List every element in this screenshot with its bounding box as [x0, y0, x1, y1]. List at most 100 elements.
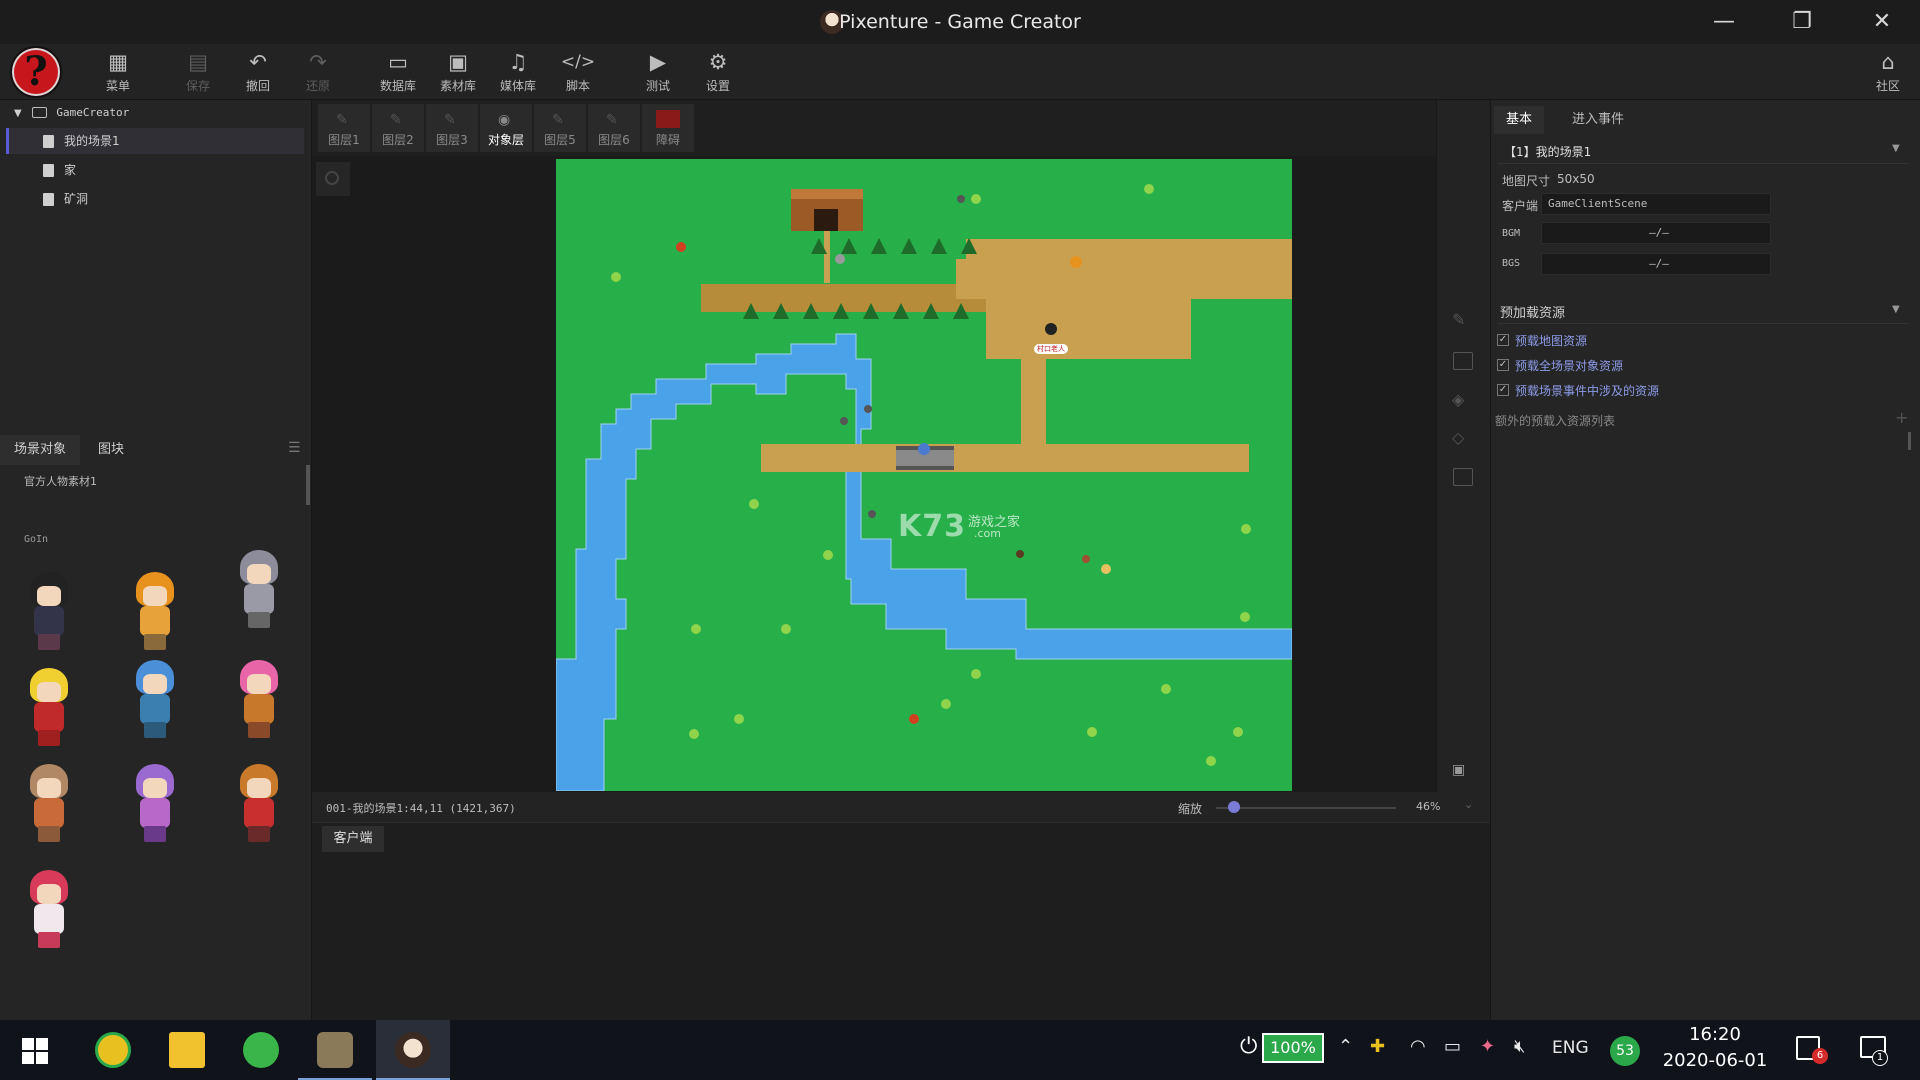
character-sprite[interactable]: [232, 764, 286, 844]
assets-library-button[interactable]: ▣ 素材库: [430, 50, 486, 98]
tree-root[interactable]: ▼ GameCreator: [14, 99, 129, 125]
character-sprite[interactable]: [232, 550, 286, 630]
chevron-down-icon: ▼: [1892, 304, 1900, 315]
pencil-tool-icon[interactable]: ✎: [1452, 310, 1465, 329]
menu-button[interactable]: ▦ 菜单: [90, 50, 146, 98]
tab-layer-5[interactable]: ✎ 图层5: [534, 104, 586, 152]
tab-obstacle-layer[interactable]: 障碍: [642, 104, 694, 152]
battery-tray-icon[interactable]: ▭: [1444, 1036, 1461, 1057]
taskbar-game-app[interactable]: [298, 1020, 372, 1080]
tab-basic[interactable]: 基本: [1494, 106, 1545, 134]
pencil-icon: ✎: [336, 112, 348, 128]
tab-client[interactable]: 客户端: [322, 826, 384, 852]
character-sprite[interactable]: [22, 572, 76, 652]
inspector-scrollbar[interactable]: [1908, 432, 1911, 450]
scene-selector[interactable]: 【1】我的场景1 ▼: [1498, 138, 1908, 164]
console-panel: [312, 822, 1490, 1020]
canvas-corner-icon[interactable]: [316, 162, 350, 196]
zoom-slider[interactable]: [1216, 807, 1396, 809]
character-sprite[interactable]: [232, 660, 286, 740]
tree-item-scene-2[interactable]: 家: [43, 157, 76, 183]
tab-tiles[interactable]: 图块: [84, 435, 138, 465]
obstacle-icon: [656, 110, 680, 128]
character-sprite[interactable]: [128, 764, 182, 844]
redo-icon: ↷: [309, 50, 327, 74]
clock-time[interactable]: 16:20: [1660, 1024, 1770, 1045]
wifi-icon[interactable]: ◠: [1410, 1036, 1426, 1057]
tab-object-layer[interactable]: ◉ 对象层: [480, 104, 532, 152]
pencil-icon: ✎: [444, 112, 456, 128]
client-scene-field[interactable]: GameClientScene: [1541, 193, 1771, 215]
redo-button[interactable]: ↷ 还原: [290, 50, 346, 98]
grid-icon: ▦: [108, 50, 128, 74]
watermark-subtext: .com: [974, 527, 1001, 540]
panel-menu-icon[interactable]: ☰: [288, 440, 301, 456]
asset-category[interactable]: 官方人物素材1: [24, 473, 97, 489]
character-sprite[interactable]: [128, 572, 182, 652]
script-button[interactable]: </> 脚本: [550, 50, 606, 98]
tab-layer-1[interactable]: ✎ 图层1: [318, 104, 370, 152]
media-library-button[interactable]: ♫ 媒体库: [490, 50, 546, 98]
bgm-field[interactable]: —/—: [1541, 222, 1771, 244]
tab-layer-2[interactable]: ✎ 图层2: [372, 104, 424, 152]
save-icon: ▤: [188, 50, 208, 74]
help-icon[interactable]: ?: [10, 46, 62, 98]
bgs-field[interactable]: —/—: [1541, 253, 1771, 275]
character-sprite[interactable]: [22, 764, 76, 844]
tree-item-scene-1[interactable]: 我的场景1: [6, 128, 304, 154]
eye-icon: ◉: [498, 112, 511, 128]
security-score-badge[interactable]: 53: [1610, 1036, 1640, 1066]
select-tool-icon[interactable]: [1453, 468, 1473, 486]
collapse-arrow-icon[interactable]: ▼: [14, 108, 22, 119]
clock-date[interactable]: 2020-06-01: [1660, 1050, 1770, 1071]
preload-objects-checkbox[interactable]: ✓: [1497, 359, 1509, 371]
tree-item-scene-3[interactable]: 矿洞: [43, 186, 88, 212]
assets-scrollbar[interactable]: [306, 465, 310, 505]
battery-indicator[interactable]: 100%: [1262, 1033, 1324, 1063]
settings-button[interactable]: ⚙ 设置: [690, 50, 746, 98]
close-button[interactable]: ✕: [1852, 0, 1912, 44]
community-button[interactable]: ⌂ 社区: [1860, 50, 1916, 98]
preload-events-checkbox[interactable]: ✓: [1497, 384, 1509, 396]
character-sprite[interactable]: [128, 660, 182, 740]
save-button[interactable]: ▤ 保存: [170, 50, 226, 98]
scene-map[interactable]: 村口老人 K73 游戏之家 .com: [556, 159, 1292, 791]
test-button[interactable]: ▶ 测试: [630, 50, 686, 98]
client-label: 客户端: [1502, 199, 1539, 213]
assets-icon: ▣: [448, 50, 468, 74]
taskbar-app-plus[interactable]: [76, 1020, 150, 1080]
tab-layer-6[interactable]: ✎ 图层6: [588, 104, 640, 152]
character-sprite[interactable]: [22, 668, 76, 748]
map-settings-icon[interactable]: ▣: [1452, 762, 1465, 778]
minimize-button[interactable]: —: [1694, 0, 1754, 44]
fill-tool-icon[interactable]: ◈: [1452, 390, 1464, 409]
tab-scene-objects[interactable]: 场景对象: [0, 435, 81, 465]
taskbar-file-explorer[interactable]: [150, 1020, 224, 1080]
language-indicator[interactable]: ENG: [1552, 1038, 1589, 1058]
tab-enter-event[interactable]: 进入事件: [1560, 106, 1636, 134]
preload-section[interactable]: 预加载资源 ▼: [1498, 298, 1908, 324]
watermark-logo: K73: [898, 509, 966, 544]
eraser-tool-icon[interactable]: ◇: [1452, 428, 1464, 447]
add-icon[interactable]: +: [1895, 408, 1908, 427]
map-size-value: 50x50: [1557, 172, 1595, 186]
tray-plus-icon[interactable]: ✚: [1370, 1036, 1385, 1057]
pencil-icon: ✎: [606, 112, 618, 128]
undo-button[interactable]: ↶ 撤回: [230, 50, 286, 98]
taskbar-pixenture[interactable]: [376, 1020, 450, 1080]
zoom-slider-handle[interactable]: [1228, 801, 1240, 813]
windows-start-icon[interactable]: [22, 1038, 48, 1064]
main-toolbar: [0, 44, 1920, 100]
taskbar-browser[interactable]: [224, 1020, 298, 1080]
restore-button[interactable]: ❐: [1772, 0, 1832, 44]
character-sprite[interactable]: [22, 870, 76, 950]
tray-expand-icon[interactable]: ⌃: [1338, 1036, 1353, 1057]
preload-map-checkbox[interactable]: ✓: [1497, 334, 1509, 346]
database-button[interactable]: ▭ 数据库: [370, 50, 426, 98]
rect-tool-icon[interactable]: [1453, 352, 1473, 370]
gear-icon: ⚙: [708, 50, 728, 74]
zoom-dropdown-icon[interactable]: ⌄: [1464, 798, 1473, 811]
tab-layer-3[interactable]: ✎ 图层3: [426, 104, 478, 152]
tray-game-icon[interactable]: ✦: [1480, 1036, 1495, 1057]
volume-muted-icon[interactable]: 🔇︎: [1514, 1036, 1525, 1057]
